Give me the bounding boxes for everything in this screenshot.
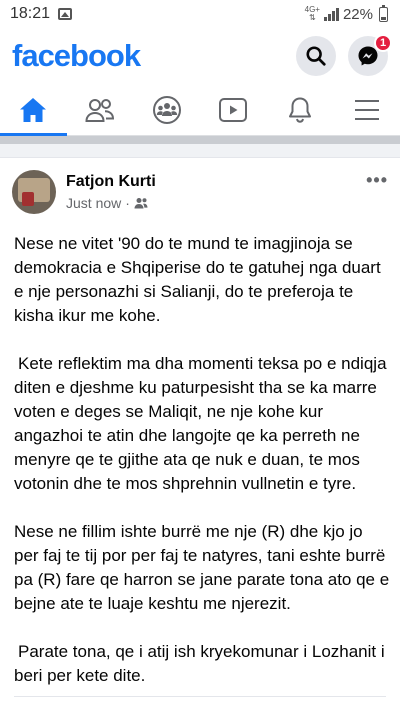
tab-menu[interactable] (333, 84, 400, 135)
gallery-notification-icon (58, 8, 73, 20)
groups-icon (152, 95, 181, 124)
tab-groups[interactable] (133, 84, 200, 135)
feed-divider (0, 136, 400, 144)
battery-icon (379, 4, 388, 22)
video-icon (219, 97, 248, 122)
meta-separator: · (125, 195, 130, 211)
facebook-logo[interactable]: facebook (12, 38, 141, 74)
post-timestamp[interactable]: Just now (66, 195, 121, 211)
network-arrows-icon: ⇅ (308, 13, 316, 22)
status-bar: 18:21 4G+ ⇅ 22% (0, 0, 400, 28)
post-body: Nese ne vitet '90 do te mund te imagjino… (14, 232, 390, 711)
avatar[interactable] (12, 170, 56, 214)
author-name[interactable]: Fatjon Kurti (66, 173, 156, 191)
menu-icon (354, 99, 379, 120)
post-divider (14, 696, 386, 697)
tab-watch[interactable] (200, 84, 267, 135)
post-meta: Just now · (66, 195, 156, 211)
nav-tabs (0, 84, 400, 136)
status-indicators: 4G+ ⇅ 22% (305, 4, 388, 23)
author-block: Fatjon Kurti Just now · (66, 173, 156, 211)
post-paragraph: Nese ne vitet '90 do te mund te imagjino… (14, 234, 381, 325)
bell-icon (289, 97, 312, 123)
post-paragraph: Nese ne fillim ishte burrë me nje (R) dh… (14, 522, 390, 613)
app-header: facebook 1 (0, 28, 400, 84)
search-button[interactable] (296, 36, 336, 76)
messenger-badge: 1 (374, 34, 392, 52)
post-paragraph: Kete reflektim ma dha momenti teksa po e… (14, 354, 387, 493)
friends-icon (85, 98, 115, 122)
tab-friends[interactable] (67, 84, 134, 135)
network-indicator: 4G+ ⇅ (305, 6, 320, 22)
tab-notifications[interactable] (267, 84, 334, 135)
feed-spacer (0, 144, 400, 158)
messenger-button[interactable]: 1 (348, 34, 392, 76)
tab-home[interactable] (0, 84, 67, 136)
signal-icon (323, 7, 339, 21)
status-time: 18:21 (10, 5, 51, 22)
search-icon (306, 46, 326, 66)
post-paragraph: Parate tona, qe i atij ish kryekomunar i… (14, 642, 385, 685)
header-actions: 1 (296, 34, 392, 76)
battery-percent: 22% (342, 5, 373, 23)
home-icon (20, 97, 47, 122)
more-options-icon[interactable]: ••• (366, 170, 388, 191)
post-header: Fatjon Kurti Just now · ••• (12, 168, 388, 216)
friends-audience-icon (134, 198, 148, 209)
